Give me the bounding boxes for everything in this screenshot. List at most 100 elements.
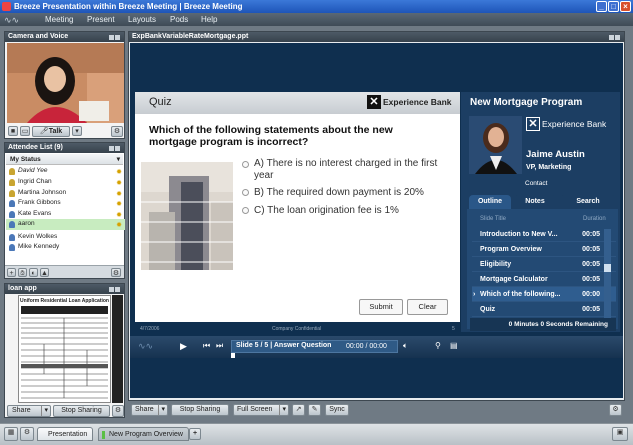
option-b-radio[interactable]: [242, 189, 249, 196]
option-a-label[interactable]: A) There is no interest charged in the f…: [254, 158, 454, 181]
presenter-role: VP, Marketing: [526, 164, 572, 171]
option-b-label[interactable]: B) The required down payment is 20%: [254, 187, 454, 198]
tab-label: Presentation: [48, 431, 88, 438]
outline-slide-duration: 00:05: [582, 276, 600, 283]
status-icon[interactable]: ◐: [29, 268, 38, 277]
attendee-row[interactable]: Mike Kennedy: [6, 242, 125, 253]
presenter-icon: [9, 200, 15, 207]
scroll-thumb[interactable]: [604, 264, 611, 272]
outline-row[interactable]: Introduction to New V... 00:05: [472, 227, 616, 242]
attendee-row[interactable]: Ingrid Chan ✹: [6, 177, 125, 188]
share-dropdown-button[interactable]: Share ▾: [131, 404, 168, 416]
host-icon: [9, 179, 15, 186]
pod-header: loan app: [5, 284, 124, 294]
outline-row[interactable]: Mortgage Calculator 00:05: [472, 272, 616, 287]
pod-window-buttons[interactable]: [108, 34, 122, 40]
share-dropdown-button[interactable]: Share ▾: [7, 405, 51, 417]
tab-notes[interactable]: Notes: [514, 195, 556, 209]
quiz-heading: Quiz: [149, 96, 172, 108]
option-a-radio[interactable]: [242, 161, 249, 168]
layout-options-icon[interactable]: ▣: [612, 427, 628, 441]
camera-toggle-icon[interactable]: ▭: [20, 126, 30, 136]
tab-presentation[interactable]: Presentation: [37, 427, 94, 441]
presenter-icon: [9, 221, 15, 228]
outline-slide-title: Quiz: [480, 306, 496, 313]
attendee-name: Kate Evans: [18, 209, 52, 217]
my-status-dropdown[interactable]: My Status ▾: [6, 154, 123, 165]
menu-pods[interactable]: Pods: [170, 13, 188, 26]
menu-meeting[interactable]: Meeting: [45, 13, 73, 26]
close-button[interactable]: ×: [620, 1, 631, 12]
attendee-row[interactable]: Kevin Wolkes: [6, 232, 125, 243]
outline-row[interactable]: Program Overview 00:05: [472, 242, 616, 257]
volume-icon[interactable]: 🔈︎: [403, 341, 408, 351]
sync-button[interactable]: Sync: [325, 404, 349, 416]
outline-scrollbar[interactable]: [604, 229, 611, 319]
settings-icon[interactable]: ▤: [450, 341, 458, 350]
outline-row-current[interactable]: › Which of the following... 00:00: [472, 287, 616, 302]
pointer-tool-icon[interactable]: ↗: [292, 404, 305, 416]
pod-window-buttons[interactable]: [108, 145, 122, 151]
promote-icon[interactable]: ▲: [40, 268, 49, 277]
tab-search[interactable]: Search: [560, 195, 616, 209]
outline-row[interactable]: Quiz 00:05: [472, 302, 616, 317]
chevron-down-icon: ▾: [279, 405, 286, 415]
pod-window-buttons[interactable]: [108, 286, 122, 292]
attendee-row[interactable]: Frank Gibbons ✹: [6, 198, 125, 209]
quiz-photo: [141, 162, 233, 270]
status-icon: ✹: [116, 222, 122, 229]
pod-title: loan app: [8, 285, 37, 292]
attendee-name: Martina Johnson: [18, 188, 67, 196]
attachment-icon[interactable]: ⚲: [435, 341, 441, 350]
annotate-icon[interactable]: ✎: [308, 404, 321, 416]
menu-help[interactable]: Help: [201, 13, 217, 26]
tab-outline[interactable]: Outline: [469, 195, 511, 209]
outline-slide-title: Program Overview: [480, 246, 542, 253]
tab-label: New Program Overview: [109, 431, 183, 438]
stop-sharing-button[interactable]: Stop Sharing: [53, 405, 110, 417]
attendee-name: Mike Kennedy: [18, 243, 60, 250]
next-slide-icon[interactable]: ⏭︎: [216, 341, 223, 351]
add-user-icon[interactable]: +: [7, 268, 16, 277]
stop-icon[interactable]: ■: [8, 126, 18, 136]
menu-layouts[interactable]: Layouts: [128, 13, 156, 26]
option-c-label[interactable]: C) The loan origination fee is 1%: [254, 205, 454, 216]
attendee-name: Frank Gibbons: [18, 199, 61, 206]
player-control-bar: ∿∿ ▶ ⏮︎ ⏭︎ Slide 5 / 5 | Answer Question…: [130, 336, 623, 358]
pod-options-icon[interactable]: ⚙: [111, 126, 123, 137]
stop-sharing-button[interactable]: Stop Sharing: [171, 404, 229, 416]
menu-present[interactable]: Present: [87, 13, 115, 26]
layout-lock-icon[interactable]: ▦: [4, 427, 18, 441]
volume-icon[interactable]: ▾: [72, 126, 82, 136]
maximize-button[interactable]: □: [608, 1, 619, 12]
document-scrollbar[interactable]: [112, 295, 123, 403]
attendee-row[interactable]: Martina Johnson ✹: [6, 188, 125, 199]
attendee-row[interactable]: Kate Evans ✹: [6, 209, 125, 220]
attendee-row-selected[interactable]: aaron ✹: [6, 219, 125, 230]
play-icon[interactable]: ▶: [180, 341, 187, 352]
contact-link[interactable]: Contact: [525, 180, 547, 187]
pod-options-icon[interactable]: ⚙: [112, 405, 124, 417]
submit-button[interactable]: Submit: [359, 299, 403, 315]
clear-button[interactable]: Clear: [407, 299, 448, 315]
pod-window-buttons[interactable]: [608, 34, 622, 40]
layout-settings-icon[interactable]: ⚙: [20, 427, 34, 441]
raise-hand-icon[interactable]: ✋︎: [18, 268, 27, 277]
add-layout-icon[interactable]: +: [189, 428, 201, 440]
tab-new-program-overview[interactable]: New Program Overview: [98, 427, 189, 441]
option-c-radio[interactable]: [242, 207, 249, 214]
progress-handle[interactable]: [231, 353, 235, 358]
attendee-row[interactable]: David Yee ✹: [6, 166, 125, 177]
outline-slide-duration: 00:00: [582, 291, 600, 298]
talk-button[interactable]: 🎤︎Talk: [32, 126, 70, 137]
attendee-name: Ingrid Chan: [18, 178, 52, 185]
outline-slide-duration: 00:05: [582, 246, 600, 253]
full-screen-dropdown-button[interactable]: Full Screen ▾: [233, 404, 289, 416]
menu-bar: ∿∿ Meeting Present Layouts Pods Help: [0, 13, 633, 26]
pod-options-icon[interactable]: ⚙: [111, 268, 121, 277]
outline-row[interactable]: Eligibility 00:05: [472, 257, 616, 272]
layout-tab-bar: ▦ ⚙ ▣: [0, 423, 633, 445]
previous-slide-icon[interactable]: ⏮︎: [203, 341, 210, 351]
minimize-button[interactable]: _: [596, 1, 607, 12]
pod-options-icon[interactable]: ⚙: [609, 404, 622, 416]
